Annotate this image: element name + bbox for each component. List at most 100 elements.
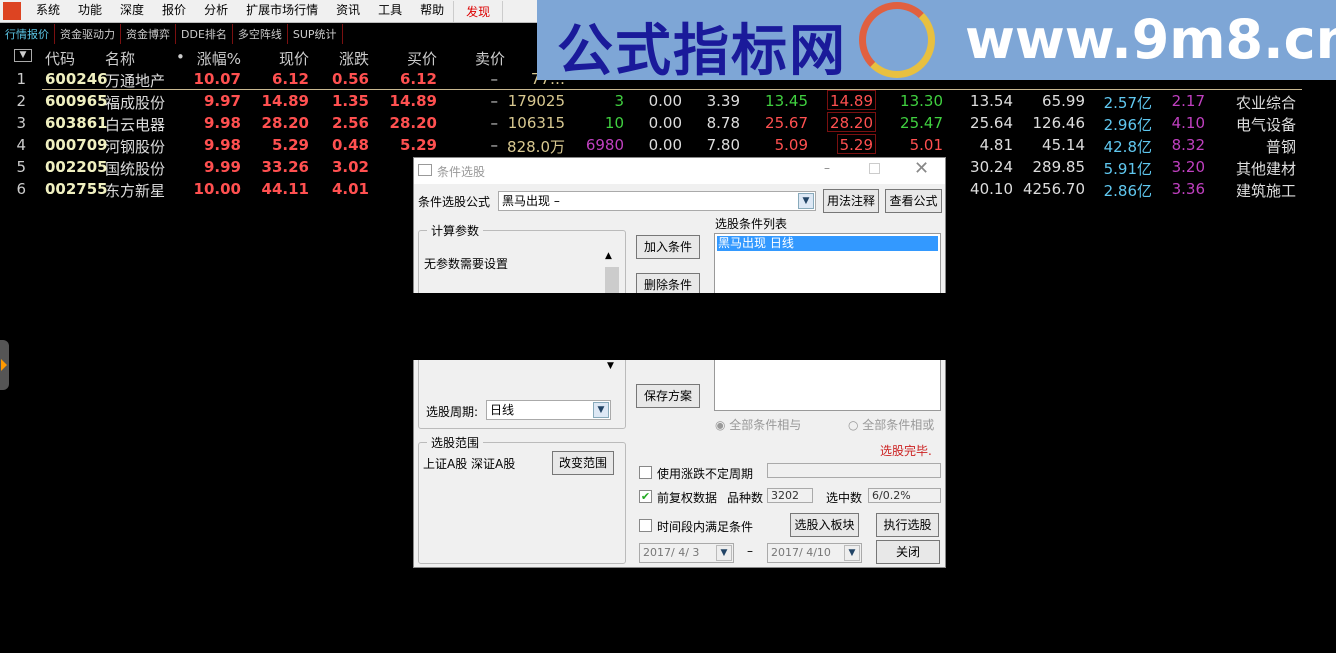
chevron-down-icon[interactable]: ▼ (716, 545, 732, 561)
cell-n: 4 (16, 136, 26, 154)
maximize-button[interactable] (869, 163, 880, 174)
menu-bar: 系统 功能 深度 报价 分析 扩展市场行情 资讯 工具 帮助 发现 (0, 0, 540, 23)
add-to-block-button[interactable]: 选股入板块 (790, 513, 859, 537)
dialog-titlebar: 条件选股 – ✕ (414, 158, 945, 184)
chevron-down-icon[interactable]: ▼ (798, 193, 814, 209)
run-selection-button[interactable]: 执行选股 (876, 513, 939, 537)
tab[interactable]: DDE排名 (176, 24, 233, 44)
menu-item[interactable]: 工具 (369, 1, 411, 22)
scroll-down-icon[interactable]: ▼ (607, 361, 614, 371)
column-header[interactable]: 现价 (279, 48, 309, 69)
column-menu-icon[interactable]: ▼ (14, 49, 32, 62)
date-to-picker[interactable]: 2017/ 4/10 ▼ (767, 543, 862, 563)
minimize-button[interactable]: – (824, 161, 830, 175)
cell-ratio: 2.17 (1171, 92, 1205, 110)
banner-url: www.9m8.cn (965, 8, 1336, 71)
menu-item[interactable]: 报价 (153, 1, 195, 22)
cell-name: 万通地产 (105, 72, 166, 90)
cell-n: 6 (16, 180, 26, 198)
tab[interactable]: 多空阵线 (233, 24, 288, 44)
cell-turn: 3.39 (706, 92, 740, 110)
cell-pct: 10.00 (193, 180, 241, 198)
menu-item[interactable]: 功能 (69, 1, 111, 22)
cell-prev: 13.54 (970, 92, 1013, 110)
column-header[interactable]: • (176, 48, 185, 66)
cell-vol: 828.0万 (507, 138, 565, 156)
cell-prev: 4.81 (979, 136, 1013, 154)
close-button[interactable]: 关闭 (876, 540, 940, 564)
cell-ind: 其他建材 (1235, 160, 1296, 178)
date-from-picker[interactable]: 2017/ 4/ 3 ▼ (639, 543, 734, 563)
radio-or[interactable]: ○ 全部条件相或 (848, 416, 934, 433)
period-value: 日线 (490, 403, 515, 417)
cell-ind: 电气设备 (1235, 116, 1296, 134)
side-expand-handle[interactable] (0, 340, 9, 390)
cell-open: 13.45 (765, 92, 808, 110)
table-row[interactable]: 2 600965 福成股份 9.97 14.89 1.35 14.89 –179025 3 0.0… (0, 90, 1336, 112)
uncertain-period-field[interactable] (767, 463, 941, 478)
cell-vol: 179025 (507, 92, 565, 110)
condition-list-item[interactable]: 黑马出现 日线 (717, 236, 938, 251)
menu-item[interactable]: 扩展市场行情 (237, 1, 327, 22)
cell-pe: 126.46 (1032, 114, 1086, 132)
change-scope-button[interactable]: 改变范围 (552, 451, 614, 475)
cell-ratio: 8.32 (1171, 136, 1205, 154)
cell-ind: 普钢 (1265, 138, 1296, 156)
cell-name: 东方新星 (105, 182, 166, 200)
count-label: 品种数 (727, 491, 764, 505)
formula-select[interactable]: 黑马出现 – ▼ (498, 191, 816, 211)
chevron-down-icon[interactable]: ▼ (593, 402, 609, 418)
table-row[interactable]: 4 000709 河钢股份 9.98 5.29 0.48 5.29 –828.0万 6980 0.… (0, 134, 1336, 156)
menu-item[interactable]: 分析 (195, 1, 237, 22)
scope-group-label: 选股范围 (427, 434, 484, 451)
scope-group: 选股范围 上证A股 深证A股 改变范围 (418, 434, 626, 564)
cell-bid: 14.89 (389, 92, 437, 110)
column-header[interactable]: 涨跌 (339, 48, 369, 69)
cell-ask: – (490, 136, 499, 154)
cell-vol: 106315 (507, 114, 565, 132)
column-header[interactable]: 名称 (105, 48, 135, 69)
cell-ind: 建筑施工 (1235, 182, 1296, 200)
usage-notes-button[interactable]: 用法注释 (823, 189, 879, 213)
add-condition-button[interactable]: 加入条件 (636, 235, 700, 259)
table-row[interactable]: 3 603861 白云电器 9.98 28.20 2.56 28.20 –106315 10 0.… (0, 112, 1336, 134)
seal-logo-icon (859, 2, 935, 78)
period-condition-checkbox[interactable] (639, 519, 652, 532)
cell-chg: 0.56 (331, 70, 369, 88)
cell-low: 13.30 (900, 92, 943, 110)
radio-and[interactable]: ◉ 全部条件相与 (715, 416, 801, 433)
adjusted-data-checkbox[interactable]: ✔ (639, 490, 652, 503)
column-header[interactable]: 代码 (45, 48, 75, 69)
scroll-up-icon[interactable]: ▲ (605, 251, 612, 261)
menu-item[interactable]: 发现 (453, 0, 504, 22)
cell-spd: 0.00 (648, 92, 682, 110)
column-header[interactable]: 涨幅% (197, 48, 241, 69)
cell-chg: 4.01 (331, 180, 369, 198)
view-formula-button[interactable]: 查看公式 (885, 189, 942, 213)
cell-turn: 8.78 (706, 114, 740, 132)
menu-item[interactable]: 系统 (27, 1, 69, 22)
menu-item[interactable]: 帮助 (411, 1, 453, 22)
uncertain-period-checkbox[interactable] (639, 466, 652, 479)
close-icon[interactable]: ✕ (914, 158, 929, 179)
tab[interactable]: 资金驱动力 (55, 24, 121, 44)
row-divider (42, 89, 1302, 90)
cell-code: 002205 (45, 158, 108, 176)
tab[interactable]: 行情报价 (0, 24, 55, 44)
chevron-down-icon[interactable]: ▼ (844, 545, 860, 561)
save-scheme-button[interactable]: 保存方案 (636, 384, 700, 408)
arrow-right-icon (1, 359, 7, 371)
cell-turn: 7.80 (706, 136, 740, 154)
menu-item[interactable]: 资讯 (327, 1, 369, 22)
cell-low: 5.01 (909, 136, 943, 154)
column-header[interactable]: 卖价 (475, 48, 505, 69)
tab[interactable]: 资金博弈 (121, 24, 176, 44)
cell-high: 14.89 (827, 90, 876, 110)
column-header[interactable]: 买价 (407, 48, 437, 69)
cell-code: 000709 (45, 136, 108, 154)
cell-pe: 289.85 (1032, 158, 1086, 176)
menu-item[interactable]: 深度 (111, 1, 153, 22)
period-select[interactable]: 日线 ▼ (486, 400, 611, 420)
tab[interactable]: SUP统计 (288, 24, 343, 44)
period-label: 选股周期: (426, 405, 479, 419)
